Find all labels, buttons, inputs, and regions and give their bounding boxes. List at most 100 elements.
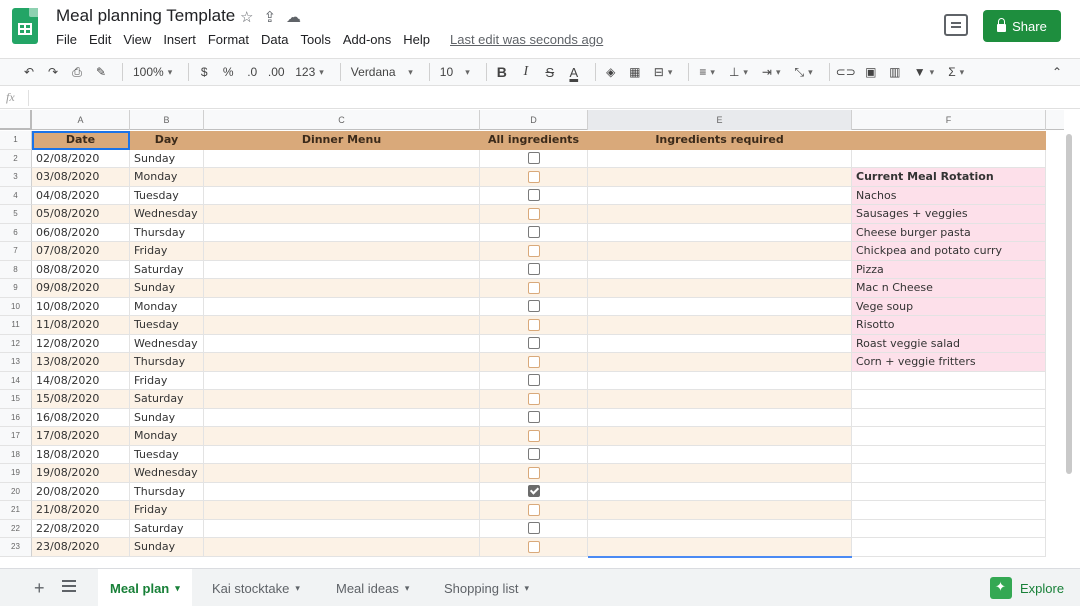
dinner-menu-cell[interactable] [204,260,480,279]
text-rotation-icon[interactable]: ⤡ [791,62,817,82]
date-cell[interactable]: 17/08/2020 [32,427,130,446]
row-header[interactable]: 9 [0,279,32,298]
dinner-menu-cell[interactable] [204,482,480,501]
day-cell[interactable]: Saturday [130,260,204,279]
ingredients-required-cell[interactable] [588,464,852,483]
day-cell[interactable]: Thursday [130,223,204,242]
share-button[interactable]: Share [983,10,1061,42]
meal-rotation-item[interactable]: Risotto [852,316,1046,335]
all-sheets-icon[interactable] [62,580,76,594]
meal-rotation-item[interactable]: Cheese burger pasta [852,223,1046,242]
more-formats-select[interactable]: 123 [291,62,328,82]
ingredients-check-cell[interactable] [480,464,588,483]
f-cell[interactable] [852,464,1046,483]
insert-chart-icon[interactable]: ▥ [886,62,904,82]
ingredients-required-cell[interactable] [588,168,852,187]
undo-icon[interactable]: ↶ [20,62,38,82]
ingredients-checkbox[interactable] [527,189,540,202]
menu-item-tools[interactable]: Tools [300,32,330,47]
ingredients-check-cell[interactable] [480,353,588,372]
ingredients-checkbox[interactable] [527,244,540,257]
row-header[interactable]: 21 [0,501,32,520]
dinner-menu-cell[interactable] [204,149,480,168]
zoom-select[interactable]: 100% [129,62,176,82]
row-header[interactable]: 13 [0,353,32,372]
dinner-menu-cell[interactable] [204,279,480,298]
text-color-button[interactable]: A [565,62,583,82]
dinner-menu-cell[interactable] [204,186,480,205]
fill-color-icon[interactable]: ◈ [602,62,620,82]
column-header-c[interactable]: C [204,110,480,130]
date-cell[interactable]: 21/08/2020 [32,501,130,520]
ingredients-check-cell[interactable] [480,297,588,316]
ingredients-checkbox[interactable] [527,522,540,535]
ingredients-required-cell[interactable] [588,501,852,520]
ingredients-checkbox[interactable] [527,429,540,442]
dinner-menu-cell[interactable] [204,371,480,390]
f-cell[interactable] [852,408,1046,427]
sheet-tab-kai-stocktake[interactable]: Kai stocktake ▾ [200,569,312,606]
ingredients-checkbox[interactable] [527,485,540,498]
ingredients-required-cell[interactable] [588,242,852,261]
ingredients-required-cell[interactable] [588,279,852,298]
menu-item-edit[interactable]: Edit [89,32,111,47]
move-folder-icon[interactable]: ⇪ [263,8,276,26]
day-cell[interactable]: Thursday [130,353,204,372]
ingredients-required-cell[interactable] [588,353,852,372]
ingredients-required-cell[interactable] [588,408,852,427]
dinner-menu-cell[interactable] [204,242,480,261]
date-cell[interactable]: 11/08/2020 [32,316,130,335]
date-cell[interactable]: 20/08/2020 [32,482,130,501]
row-header[interactable]: 10 [0,297,32,316]
ingredients-required-cell[interactable] [588,538,852,557]
dinner-menu-cell[interactable] [204,297,480,316]
dinner-menu-cell[interactable] [204,316,480,335]
insert-link-icon[interactable]: ⊂⊃ [836,62,856,82]
italic-button[interactable]: I [517,62,535,82]
header-cell-all_ingredients[interactable]: All ingredients [480,131,588,150]
ingredients-checkbox[interactable] [527,540,540,553]
ingredients-check-cell[interactable] [480,519,588,538]
vertical-align-icon[interactable]: ⊥ [725,62,752,82]
chevron-down-icon[interactable]: ▾ [405,583,410,594]
date-cell[interactable]: 22/08/2020 [32,519,130,538]
date-cell[interactable]: 05/08/2020 [32,205,130,224]
dinner-menu-cell[interactable] [204,464,480,483]
dinner-menu-cell[interactable] [204,353,480,372]
ingredients-required-cell[interactable] [588,427,852,446]
chevron-down-icon[interactable]: ▾ [524,583,529,594]
column-header-d[interactable]: D [480,110,588,130]
f-cell[interactable] [852,390,1046,409]
ingredients-checkbox[interactable] [527,207,540,220]
day-cell[interactable]: Friday [130,501,204,520]
ingredients-check-cell[interactable] [480,186,588,205]
ingredients-checkbox[interactable] [527,355,540,368]
dinner-menu-cell[interactable] [204,205,480,224]
add-sheet-icon[interactable]: + [34,578,45,599]
row-header[interactable]: 5 [0,205,32,224]
meal-rotation-item[interactable]: Mac n Cheese [852,279,1046,298]
ingredients-required-cell[interactable] [588,223,852,242]
ingredients-required-cell[interactable] [588,334,852,353]
strikethrough-button[interactable]: S [541,62,559,82]
ingredients-check-cell[interactable] [480,334,588,353]
day-cell[interactable]: Thursday [130,482,204,501]
ingredients-check-cell[interactable] [480,149,588,168]
day-cell[interactable]: Sunday [130,408,204,427]
last-edit-link[interactable]: Last edit was seconds ago [450,32,603,47]
day-cell[interactable]: Sunday [130,279,204,298]
dinner-menu-cell[interactable] [204,519,480,538]
ingredients-required-cell[interactable] [588,445,852,464]
ingredients-check-cell[interactable] [480,390,588,409]
day-cell[interactable]: Monday [130,168,204,187]
row-header[interactable]: 1 [0,131,32,150]
paint-format-icon[interactable]: ✎ [92,62,110,82]
day-cell[interactable]: Monday [130,427,204,446]
text-wrap-icon[interactable]: ⇥ [758,62,785,82]
ingredients-check-cell[interactable] [480,242,588,261]
day-cell[interactable]: Sunday [130,149,204,168]
row-header[interactable]: 16 [0,408,32,427]
header-cell-dinner_menu[interactable]: Dinner Menu [204,131,480,150]
select-all-corner[interactable] [0,110,32,130]
row-header[interactable]: 11 [0,316,32,335]
